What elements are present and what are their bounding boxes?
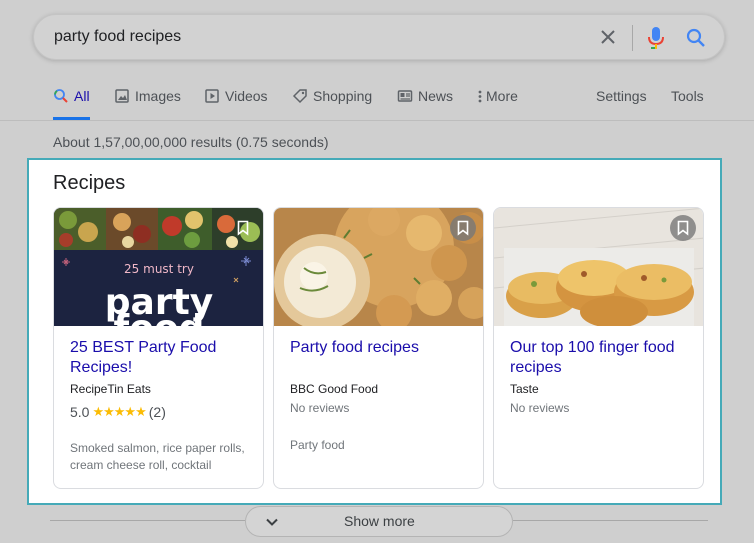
tab-more[interactable]: More [476, 86, 518, 120]
tab-label: Images [135, 88, 181, 104]
clear-icon[interactable] [597, 26, 619, 48]
bookmark-icon[interactable] [450, 215, 476, 241]
image-caption-small: 25 must try [124, 262, 194, 276]
show-more-button[interactable]: Show more [245, 506, 513, 537]
rating-value: 5.0 [70, 404, 90, 420]
image-caption-cut: food [114, 308, 205, 326]
show-more-label: Show more [344, 513, 415, 529]
result-stats: About 1,57,00,00,000 results (0.75 secon… [53, 134, 329, 150]
show-more-divider-right [513, 520, 708, 521]
recipe-title[interactable]: Party food recipes [290, 338, 470, 358]
bookmark-icon[interactable] [230, 215, 256, 241]
search-icon[interactable] [684, 26, 708, 50]
tab-label: Shopping [313, 88, 373, 104]
recipe-source: RecipeTin Eats [70, 382, 151, 396]
search-input[interactable]: party food recipes [54, 28, 181, 46]
recipe-image: 25 must try party food [54, 208, 263, 326]
more-vert-icon [476, 88, 484, 104]
recipe-description: Party food [290, 438, 345, 452]
tab-label: Settings [596, 88, 647, 104]
search-divider [632, 25, 633, 51]
bookmark-icon[interactable] [670, 215, 696, 241]
recipe-card[interactable]: 25 must try party food 25 BEST Party Foo… [53, 207, 264, 489]
recipe-card[interactable]: Our top 100 finger food recipes Taste No… [493, 207, 704, 489]
recipe-card[interactable]: Party food recipes BBC Good Food No revi… [273, 207, 484, 489]
recipe-rating: 5.0 ★★★★★ (2) [70, 404, 166, 420]
recipe-description: Smoked salmon, rice paper rolls, cream c… [70, 441, 245, 472]
tab-videos[interactable]: Videos [204, 86, 268, 120]
microphone-icon[interactable] [646, 25, 666, 51]
review-count: (2) [148, 404, 166, 420]
tab-label: All [74, 88, 90, 104]
tab-label: Videos [225, 88, 268, 104]
news-icon [397, 88, 413, 104]
tab-label: Tools [671, 88, 704, 104]
tab-label: News [418, 88, 454, 104]
recipe-reviews: No reviews [510, 401, 570, 415]
recipe-image [274, 208, 483, 326]
tag-icon [292, 88, 308, 104]
recipe-reviews: No reviews [290, 401, 350, 415]
recipes-panel: Recipes 25 must try party 25 BEST Party … [27, 158, 722, 505]
recipe-source: Taste [510, 382, 539, 396]
tab-settings[interactable]: Settings [596, 86, 647, 120]
tab-all[interactable]: All [53, 86, 90, 120]
video-icon [204, 88, 220, 104]
star-rating-icon: ★★★★★ [92, 404, 146, 419]
recipe-title[interactable]: 25 BEST Party Food Recipes! [70, 338, 250, 378]
tab-shopping[interactable]: Shopping [292, 86, 372, 120]
panel-title: Recipes [53, 172, 126, 194]
tab-images[interactable]: Images [114, 86, 181, 120]
tabs-divider [0, 120, 754, 121]
tab-label: More [486, 88, 518, 104]
tab-news[interactable]: News [397, 86, 453, 120]
show-more-divider-left [50, 520, 245, 521]
search-tabs: All Images Videos Shopping News More Set… [0, 86, 754, 120]
search-bar[interactable]: party food recipes [33, 14, 725, 60]
recipe-source: BBC Good Food [290, 382, 379, 396]
image-icon [114, 88, 130, 104]
recipe-title[interactable]: Our top 100 finger food recipes [510, 338, 690, 378]
search-icon [53, 88, 69, 104]
tab-tools[interactable]: Tools [671, 86, 704, 120]
chevron-down-icon [264, 514, 280, 530]
recipe-image [494, 208, 703, 326]
